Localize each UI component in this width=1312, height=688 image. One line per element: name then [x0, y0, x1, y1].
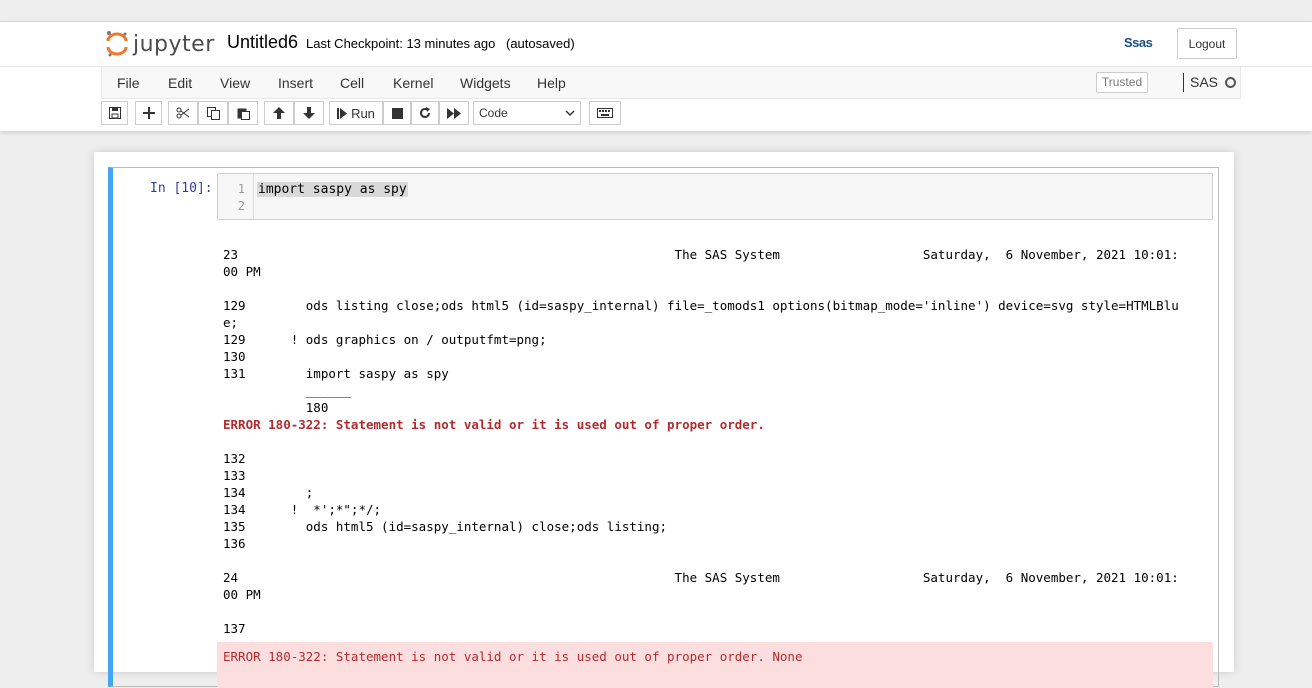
- menu-file[interactable]: File: [117, 75, 140, 91]
- header-row: jupyter Untitled6 Last Checkpoint: 13 mi…: [0, 22, 1312, 67]
- output-line: 137: [223, 621, 246, 636]
- output-line: 135 ods html5 (id=saspy_internal) close;…: [223, 519, 668, 534]
- line-number-gutter: 1 2: [218, 174, 254, 219]
- output-line: 133: [223, 468, 246, 483]
- output-line: 24 The SAS System Saturday, 6 November, …: [223, 570, 1179, 585]
- output-line: 129 ods listing close;ods html5 (id=sasp…: [223, 298, 1179, 313]
- copy-button[interactable]: [198, 101, 228, 125]
- line-number: 2: [237, 199, 245, 213]
- copy-icon: [206, 106, 220, 120]
- input-prompt: In [10]:: [150, 181, 213, 196]
- output-line: 180: [223, 400, 329, 415]
- toolbar: Run Code: [0, 101, 1312, 129]
- interrupt-button[interactable]: [383, 101, 411, 125]
- jupyter-logo-text: jupyter: [133, 31, 215, 57]
- notebook-name[interactable]: Untitled6: [227, 32, 298, 53]
- run-button[interactable]: Run: [329, 101, 383, 125]
- menu-view[interactable]: View: [220, 75, 250, 91]
- restart-button[interactable]: [411, 101, 439, 125]
- restart-run-all-button[interactable]: [439, 101, 469, 125]
- command-palette-button[interactable]: [589, 101, 621, 125]
- kernel-name: SAS: [1190, 74, 1219, 90]
- menubar: File Edit View Insert Cell Kernel Widget…: [101, 67, 1241, 99]
- menu-insert[interactable]: Insert: [278, 75, 313, 91]
- checkpoint-status: Last Checkpoint: 13 minutes ago: [306, 36, 496, 51]
- menu-widgets[interactable]: Widgets: [460, 75, 511, 91]
- menu-edit[interactable]: Edit: [168, 75, 192, 91]
- cut-button[interactable]: [168, 101, 198, 125]
- plus-icon: [142, 107, 155, 119]
- save-button[interactable]: [101, 101, 128, 125]
- save-icon: [108, 107, 121, 119]
- chevron-down-icon: [565, 110, 575, 117]
- insert-cell-button[interactable]: [135, 101, 162, 125]
- autosave-status: (autosaved): [506, 36, 575, 51]
- output-line: e;: [223, 315, 239, 330]
- move-down-button[interactable]: [294, 101, 324, 125]
- kernel-separator: [1183, 73, 1184, 92]
- code-editor[interactable]: 1 2 import saspy as spy: [217, 173, 1213, 220]
- error-line: ERROR 180-322: Statement is not valid or…: [223, 417, 765, 432]
- logout-button[interactable]: Logout: [1177, 28, 1237, 59]
- trusted-indicator[interactable]: Trusted: [1096, 72, 1148, 93]
- paste-button[interactable]: [228, 101, 258, 125]
- menu-help[interactable]: Help: [537, 75, 566, 91]
- jupyter-logo[interactable]: jupyter: [106, 27, 215, 61]
- output-line: 130: [223, 349, 246, 364]
- stderr-output: ERROR 180-322: Statement is not valid or…: [217, 642, 1213, 688]
- stderr-line: ERROR 180-322: Statement is not valid or…: [223, 649, 803, 664]
- jupyter-logo-icon: [106, 31, 128, 57]
- paste-icon: [237, 108, 250, 120]
- output-line: 23 The SAS System Saturday, 6 November, …: [223, 247, 1179, 262]
- run-button-label: Run: [351, 105, 375, 121]
- output-line: 134 ;: [223, 485, 314, 500]
- output-line: ______: [223, 383, 351, 398]
- move-up-button[interactable]: [264, 101, 294, 125]
- output-line: 131 import saspy as spy: [223, 366, 449, 381]
- arrow-down-icon: [303, 107, 315, 119]
- header: jupyter Untitled6 Last Checkpoint: 13 mi…: [0, 21, 1312, 131]
- output-line: 00 PM: [223, 264, 261, 279]
- notebook-container: In [10]: 1 2 import saspy as spy 23 The …: [94, 152, 1234, 688]
- output-line: 00 PM: [223, 587, 261, 602]
- output-line: 134 ! *';*";*/;: [223, 502, 382, 517]
- output-line: 136: [223, 536, 246, 551]
- arrow-up-icon: [273, 107, 285, 119]
- run-icon: [337, 107, 348, 119]
- menu-kernel[interactable]: Kernel: [393, 75, 433, 91]
- code-line[interactable]: import saspy as spy: [257, 182, 408, 197]
- output-line: 132: [223, 451, 246, 466]
- menu-cell[interactable]: Cell: [340, 75, 364, 91]
- kernel-status-icon: [1225, 77, 1236, 88]
- keyboard-icon: [597, 108, 613, 118]
- kernel-logo: Ssas: [1124, 35, 1153, 50]
- fast-forward-icon: [447, 107, 461, 119]
- stop-icon: [391, 107, 403, 119]
- cell-type-select[interactable]: Code: [473, 101, 581, 125]
- output-line: 129 ! ods graphics on / outputfmt=png;: [223, 332, 547, 347]
- code-cell[interactable]: In [10]: 1 2 import saspy as spy 23 The …: [108, 167, 1219, 688]
- cell-type-value: Code: [479, 106, 508, 120]
- line-number: 1: [237, 182, 245, 196]
- cut-icon: [176, 107, 190, 119]
- restart-icon: [420, 107, 430, 118]
